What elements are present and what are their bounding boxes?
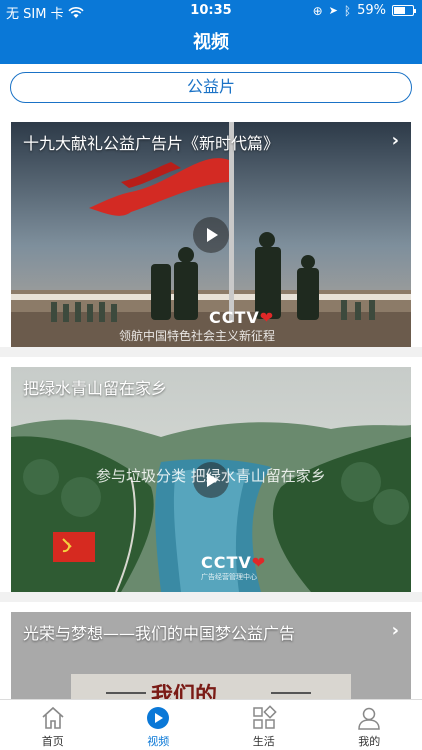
tab-life[interactable]: 生活	[211, 700, 317, 750]
location-icon: ➤	[328, 4, 338, 17]
video-thumbnail[interactable]: 十九大献礼公益广告片《新时代篇》 › CCTV❤ 领航中国特色社会主义新征程	[11, 122, 411, 347]
battery-fill	[394, 7, 405, 14]
video-title[interactable]: 十九大献礼公益广告片《新时代篇》	[23, 130, 377, 154]
cctv-logo: CCTV❤	[201, 553, 266, 572]
tab-profile[interactable]: 我的	[317, 700, 422, 750]
heart-icon: ❤	[251, 553, 267, 572]
cctv-sub-caption: 广告经营管理中心	[201, 573, 257, 581]
cctv-logo-text: CCTV	[209, 308, 260, 327]
video-title[interactable]: 把绿水青山留在家乡	[23, 375, 377, 399]
bluetooth-icon: ᛒ	[343, 3, 352, 18]
tab-video[interactable]: 视频	[106, 700, 212, 750]
status-right: ⊕ ➤ ᛒ 59%	[312, 3, 416, 18]
video-feed[interactable]: 十九大献礼公益广告片《新时代篇》 › CCTV❤ 领航中国特色社会主义新征程 把…	[0, 112, 422, 699]
orientation-lock-icon: ⊕	[312, 3, 323, 18]
tab-home[interactable]: 首页	[0, 700, 106, 750]
decor-line-left	[106, 692, 146, 694]
heart-icon: ❤	[259, 308, 275, 327]
home-icon	[42, 706, 64, 729]
cctv-logo: CCTV❤	[209, 308, 274, 327]
battery-icon	[392, 5, 416, 16]
video-title[interactable]: 光荣与梦想——我们的中国梦公益广告	[23, 620, 377, 644]
video-card[interactable]: 把绿水青山留在家乡 参与垃圾分类 把绿水青山留在家乡 CCTV❤ 广告经营管理中…	[0, 357, 422, 592]
tab-bar: 首页 视频 生活 我的	[0, 699, 422, 750]
video-card[interactable]: 我们的 光荣与梦想——我们的中国梦公益广告 ›	[0, 602, 422, 699]
video-thumbnail[interactable]: 把绿水青山留在家乡 参与垃圾分类 把绿水青山留在家乡 CCTV❤ 广告经营管理中…	[11, 367, 411, 592]
play-button-icon[interactable]	[193, 217, 229, 253]
video-caption: 我们的	[151, 683, 218, 699]
tab-label: 首页	[41, 735, 64, 748]
chevron-right-icon[interactable]: ›	[392, 130, 399, 151]
battery-percent: 59%	[357, 3, 386, 18]
video-card[interactable]: 十九大献礼公益广告片《新时代篇》 › CCTV❤ 领航中国特色社会主义新征程	[0, 112, 422, 347]
video-caption: 参与垃圾分类 把绿水青山留在家乡	[96, 467, 326, 485]
chevron-right-icon[interactable]: ›	[392, 620, 399, 641]
tab-label: 视频	[147, 735, 170, 748]
person-icon	[358, 707, 381, 730]
video-caption: 领航中国特色社会主义新征程	[119, 329, 276, 343]
grid-icon	[253, 705, 277, 729]
status-bar: 无 SIM 卡 10:35 ⊕ ➤ ᛒ 59%	[0, 0, 422, 22]
cctv-logo-text: CCTV	[201, 553, 252, 572]
page-title: 视频	[0, 22, 422, 64]
tab-label: 生活	[252, 735, 275, 748]
decor-line-right	[271, 692, 311, 694]
play-circle-icon	[147, 707, 170, 729]
video-thumbnail[interactable]: 我们的 光荣与梦想——我们的中国梦公益广告 ›	[11, 612, 411, 699]
tab-label: 我的	[358, 735, 381, 748]
category-pill-button[interactable]: 公益片	[10, 72, 412, 103]
category-bar: 公益片	[0, 64, 422, 112]
